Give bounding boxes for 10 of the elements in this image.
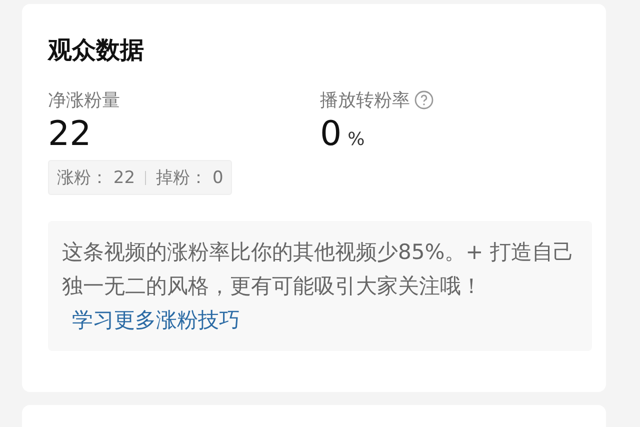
metric-value: 22 [48,114,92,154]
tips-link[interactable]: 学习更多涨粉技巧 [72,308,240,332]
section-title: 观众数据 [48,35,145,66]
metric-unit: % [348,129,365,150]
metric-label: 净涨粉量 [48,89,120,112]
metric-value: 0 [320,114,342,154]
tip-text: 这条视频的涨粉率比你的其他视频少85%。+ 打造自己独一无二的风格，更有可能吸引大家关注哦！ 学习更多涨粉技巧 [62,239,575,334]
fans-breakdown: 涨粉： 22 掉粉： 0 [48,160,232,195]
help-icon[interactable] [414,90,434,110]
metric-label: 播放转粉率 [320,89,410,112]
